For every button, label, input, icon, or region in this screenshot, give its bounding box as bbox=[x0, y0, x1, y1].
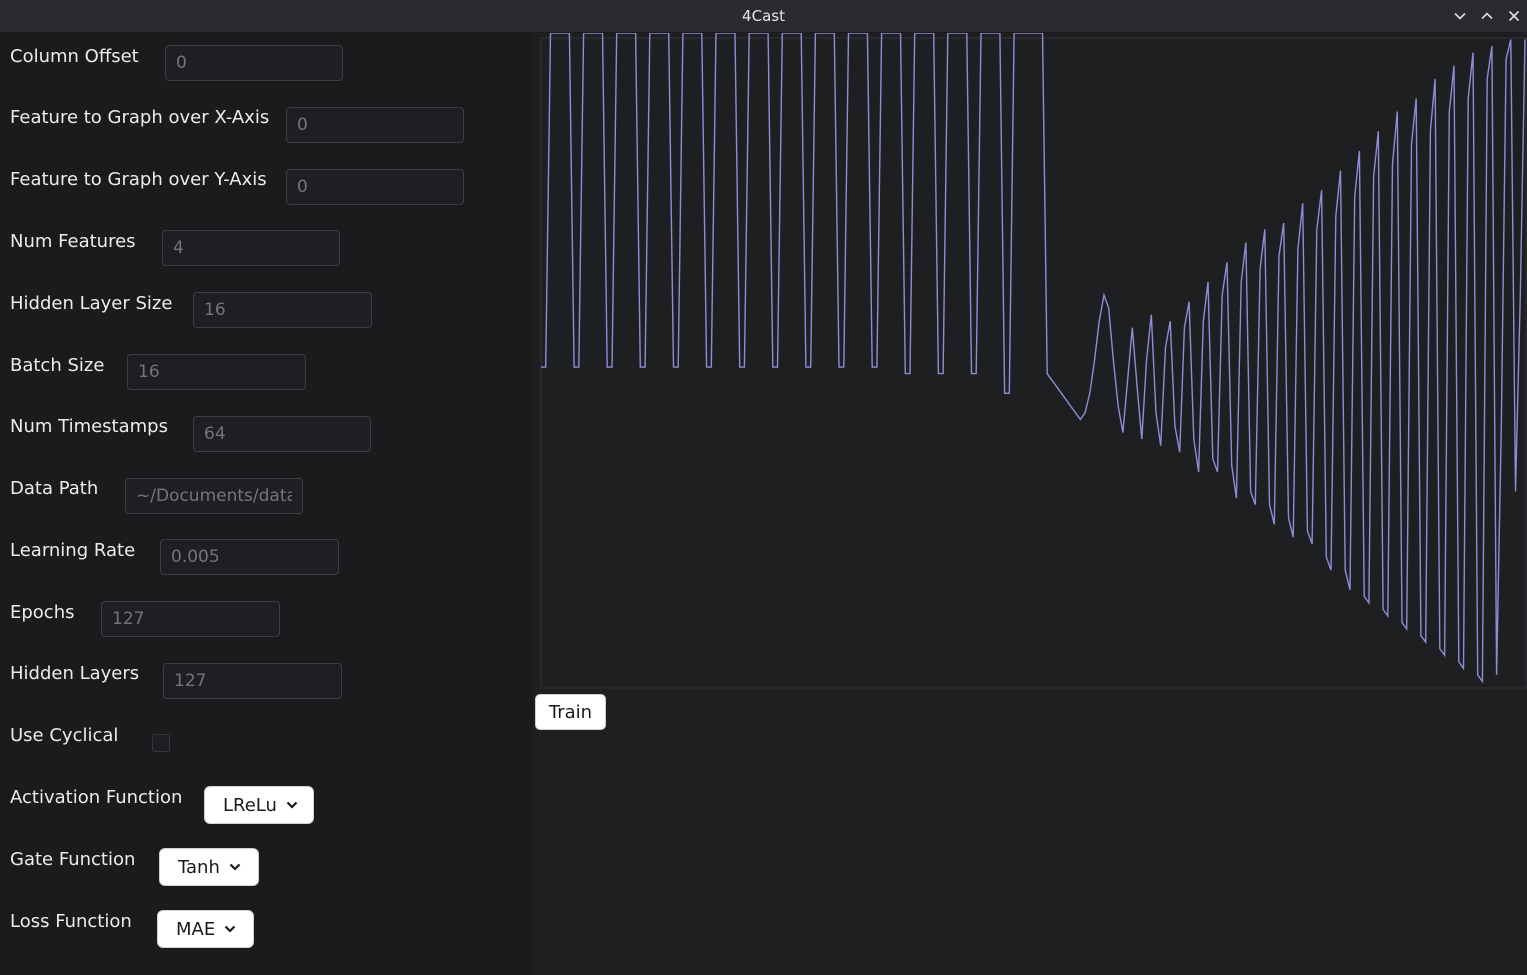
learning-rate-label: Learning Rate bbox=[10, 540, 136, 561]
activation-function-value: LReLu bbox=[223, 794, 277, 816]
feature-y-label: Feature to Graph over Y-Axis bbox=[10, 169, 267, 190]
batch-size-input[interactable] bbox=[127, 354, 306, 390]
activation-function-label: Activation Function bbox=[10, 787, 183, 808]
chevron-down-icon bbox=[229, 863, 241, 871]
feature-x-input[interactable] bbox=[286, 107, 464, 143]
chevron-down-icon bbox=[286, 801, 298, 809]
loss-function-label: Loss Function bbox=[10, 911, 132, 932]
hidden-layer-size-input[interactable] bbox=[193, 292, 372, 328]
data-path-label: Data Path bbox=[10, 478, 99, 499]
close-button[interactable] bbox=[1504, 6, 1524, 26]
data-path-input[interactable] bbox=[125, 478, 303, 514]
use-cyclical-label: Use Cyclical bbox=[10, 725, 119, 746]
series-line bbox=[541, 33, 1526, 684]
hidden-layers-input[interactable] bbox=[163, 663, 342, 699]
batch-size-label: Batch Size bbox=[10, 355, 105, 376]
gate-function-dropdown[interactable]: Tanh bbox=[159, 848, 259, 886]
chevron-up-icon bbox=[1481, 12, 1493, 20]
minimize-button[interactable] bbox=[1450, 6, 1470, 26]
num-timestamps-input[interactable] bbox=[193, 416, 371, 452]
num-timestamps-label: Num Timestamps bbox=[10, 416, 168, 437]
gate-function-label: Gate Function bbox=[10, 849, 136, 870]
hidden-layers-label: Hidden Layers bbox=[10, 663, 140, 684]
maximize-button[interactable] bbox=[1477, 6, 1497, 26]
chevron-down-icon bbox=[224, 925, 236, 933]
gate-function-value: Tanh bbox=[178, 856, 220, 878]
num-features-input[interactable] bbox=[162, 230, 340, 266]
learning-rate-input[interactable] bbox=[160, 539, 339, 575]
title-bar: 4Cast bbox=[0, 0, 1527, 33]
window-title: 4Cast bbox=[742, 7, 785, 25]
column-offset-input[interactable] bbox=[165, 45, 343, 81]
epochs-label: Epochs bbox=[10, 602, 75, 623]
training-graph bbox=[540, 33, 1527, 689]
column-offset-label: Column Offset bbox=[10, 46, 139, 67]
loss-function-dropdown[interactable]: MAE bbox=[157, 910, 254, 948]
hidden-layer-size-label: Hidden Layer Size bbox=[10, 293, 173, 314]
feature-y-input[interactable] bbox=[286, 169, 464, 205]
feature-x-label: Feature to Graph over X-Axis bbox=[10, 107, 270, 128]
loss-function-value: MAE bbox=[176, 918, 216, 940]
use-cyclical-checkbox[interactable] bbox=[152, 734, 170, 752]
close-icon bbox=[1508, 10, 1520, 22]
num-features-label: Num Features bbox=[10, 231, 136, 252]
chevron-down-icon bbox=[1454, 12, 1466, 20]
train-button[interactable]: Train bbox=[535, 694, 606, 730]
activation-function-dropdown[interactable]: LReLu bbox=[204, 786, 314, 824]
epochs-input[interactable] bbox=[101, 601, 280, 637]
